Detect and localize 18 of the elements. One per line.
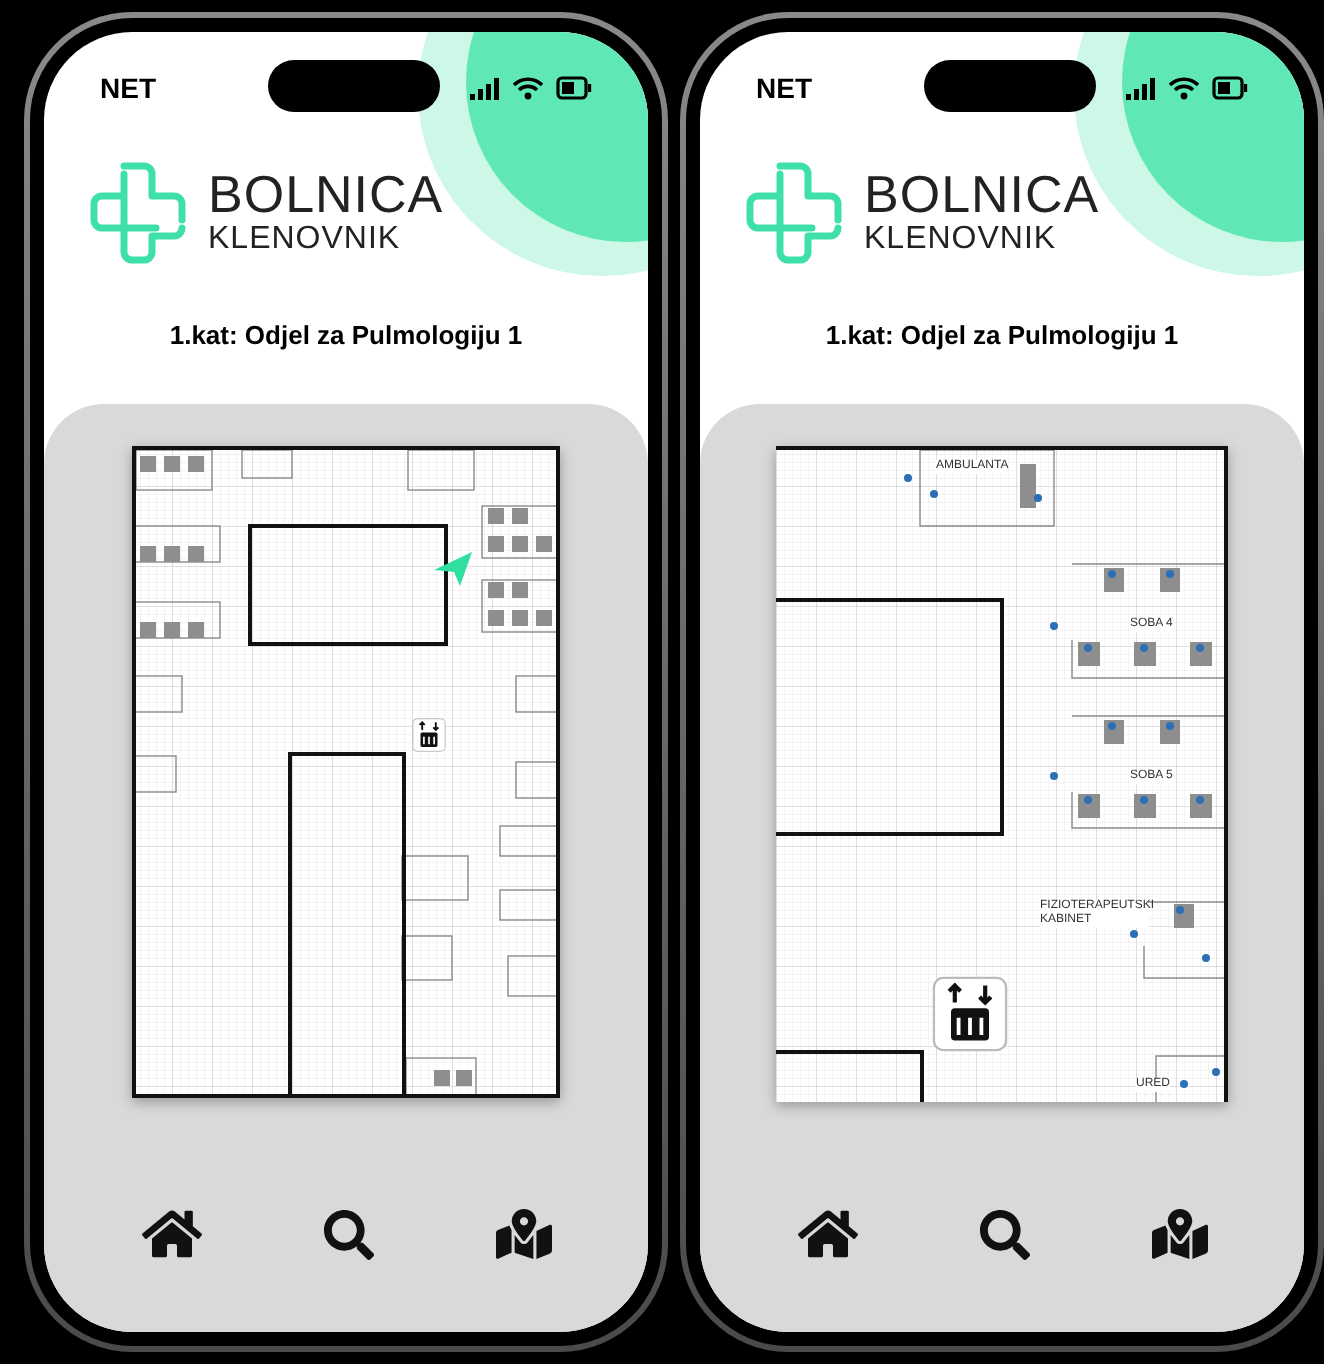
status-carrier: NET xyxy=(100,69,156,107)
elevator-icon xyxy=(932,975,1008,1051)
battery-icon xyxy=(1212,76,1248,100)
logo-name: BOLNICA xyxy=(208,168,444,220)
logo-name: BOLNICA xyxy=(864,168,1100,220)
medical-cross-logo-icon xyxy=(88,160,192,264)
battery-icon xyxy=(556,76,592,100)
status-carrier: NET xyxy=(756,69,812,107)
wifi-icon xyxy=(1168,76,1200,100)
wifi-icon xyxy=(512,76,544,100)
floor-title: 1.kat: Odjel za Pulmologiju 1 xyxy=(825,318,1179,354)
medical-cross-logo-icon xyxy=(744,160,848,264)
logo-subtitle: KLENOVNIK xyxy=(208,224,403,256)
signal-icon xyxy=(1124,76,1156,100)
signal-icon xyxy=(468,76,500,100)
logo-subtitle: KLENOVNIK xyxy=(864,224,1059,256)
elevator-icon xyxy=(412,717,446,751)
floor-title: 1.kat: Odjel za Pulmologiju 1 xyxy=(169,318,523,354)
